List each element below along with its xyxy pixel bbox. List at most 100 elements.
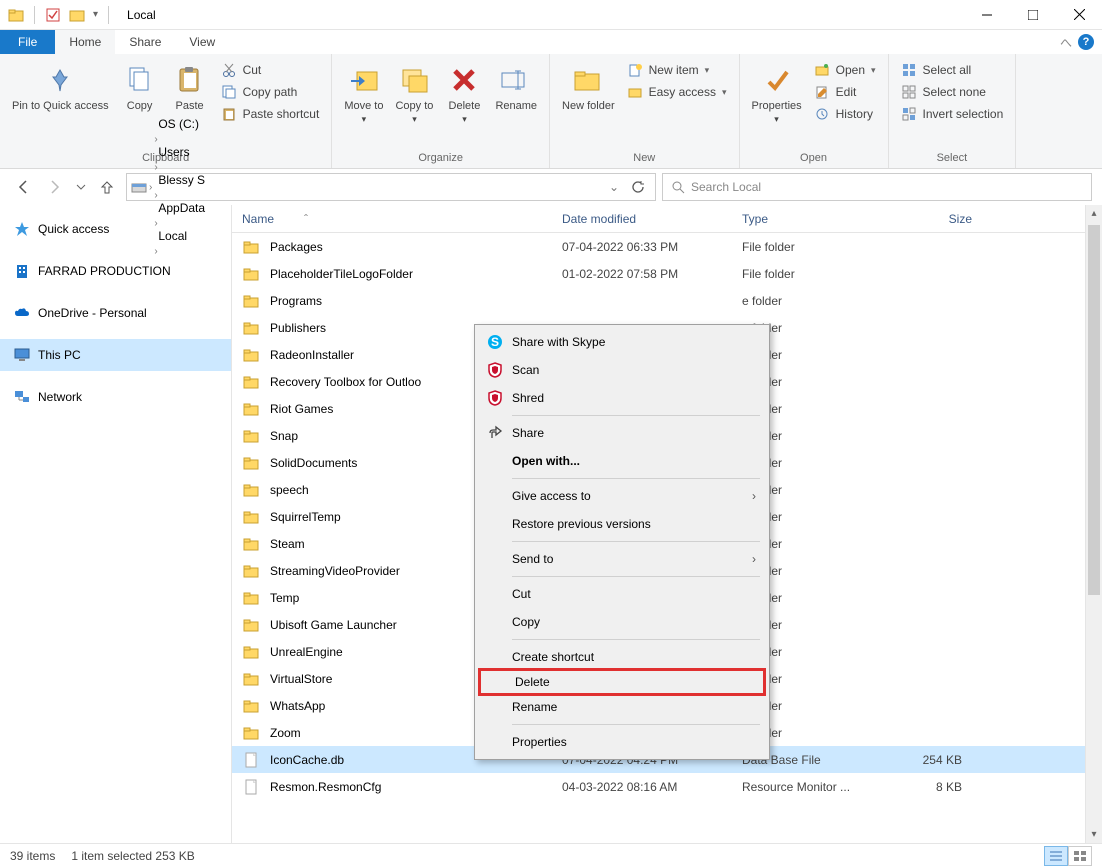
properties-button[interactable]: Properties▾ [746,58,808,128]
scroll-down-icon[interactable]: ▾ [1086,826,1102,843]
svg-text:S: S [491,335,499,349]
chevron-right-icon[interactable]: › [154,190,157,201]
copy-button[interactable]: Copy [115,58,165,115]
copyto-button[interactable]: Copy to▾ [389,58,439,128]
column-headers[interactable]: Nameˆ Date modified Type Size [232,205,1085,233]
nav-back-button[interactable] [10,174,36,200]
file-row[interactable]: Packages07-04-2022 06:33 PMFile folder [232,233,1085,260]
rename-button[interactable]: Rename [489,58,543,115]
moveto-button[interactable]: Move to▾ [338,58,389,128]
folder-icon [242,589,260,607]
context-menu-label: Copy [512,615,540,629]
nav-onedrive[interactable]: OneDrive - Personal [0,297,231,329]
context-menu-item[interactable]: Give access to› [478,482,766,510]
col-size[interactable]: Size [892,212,972,226]
address-dropdown-icon[interactable]: ⌄ [609,180,619,194]
cloud-icon [14,305,30,321]
easyaccess-button[interactable]: Easy access ▾ [625,82,729,102]
qat-checkbox-icon[interactable] [45,7,61,23]
open-button[interactable]: Open ▾ [812,60,878,80]
file-name: PlaceholderTileLogoFolder [270,267,562,281]
help-icon[interactable]: ? [1078,34,1094,50]
nav-up-button[interactable] [94,174,120,200]
edit-icon [814,84,830,100]
paste-button[interactable]: Paste [165,58,215,115]
qat-folder-icon[interactable] [69,7,85,23]
context-menu-label: Share [512,426,544,440]
context-menu-item[interactable]: Properties [478,728,766,756]
context-menu-item[interactable]: Open with... [478,447,766,475]
nav-forward-button[interactable] [42,174,68,200]
ribbon-collapse-icon[interactable]: へ [1060,34,1072,51]
ribbon-label-organize: Organize [418,150,463,166]
context-menu-item[interactable]: Send to› [478,545,766,573]
tab-file[interactable]: File [0,30,55,54]
file-row[interactable]: Programse folder [232,287,1085,314]
selectnone-button[interactable]: Select none [899,82,1006,102]
nav-farrad[interactable]: FARRAD PRODUCTION [0,255,231,287]
context-menu-item[interactable]: Shred [478,384,766,412]
cut-button[interactable]: Cut [219,60,322,80]
network-icon [14,389,30,405]
context-menu-item[interactable]: Create shortcut [478,643,766,671]
properties-icon [761,64,793,96]
file-type: Resource Monitor ... [742,780,892,794]
col-date[interactable]: Date modified [562,212,742,226]
col-type[interactable]: Type [742,212,892,226]
file-row[interactable]: Resmon.ResmonCfg04-03-2022 08:16 AMResou… [232,773,1085,800]
chevron-right-icon[interactable]: › [149,182,152,193]
minimize-button[interactable] [964,0,1010,30]
folder-icon [242,481,260,499]
close-button[interactable] [1056,0,1102,30]
nav-recent-button[interactable] [74,174,88,200]
search-input[interactable]: Search Local [662,173,1092,201]
file-row[interactable]: PlaceholderTileLogoFolder01-02-2022 07:5… [232,260,1085,287]
nav-thispc[interactable]: This PC [0,339,231,371]
context-menu-item[interactable]: Rename [478,693,766,721]
context-menu-item[interactable]: Restore previous versions [478,510,766,538]
delete-button[interactable]: Delete▾ [439,58,489,128]
folder-icon [242,427,260,445]
nav-row: › OS (C:)›Users›Blessy S›AppData›Local› … [0,169,1102,205]
address-bar[interactable]: › OS (C:)›Users›Blessy S›AppData›Local› … [126,173,656,201]
mcafee-icon [486,361,504,379]
scroll-up-icon[interactable]: ▴ [1086,205,1102,222]
context-menu-item[interactable]: Scan [478,356,766,384]
pin-button[interactable]: Pin to Quick access [6,58,115,115]
nav-quickaccess[interactable]: Quick access [0,213,231,245]
chevron-right-icon[interactable]: › [154,162,157,173]
paste-icon [174,64,206,96]
breadcrumb-segment[interactable]: OS (C:) [154,117,209,131]
context-menu-item[interactable]: SShare with Skype [478,328,766,356]
context-menu-item[interactable]: Delete [478,668,766,696]
qat-dropdown-icon[interactable]: ▾ [93,9,98,20]
tab-view[interactable]: View [175,30,229,54]
copypath-button[interactable]: Copy path [219,82,322,102]
selectall-button[interactable]: Select all [899,60,1006,80]
maximize-button[interactable] [1010,0,1056,30]
context-menu-item[interactable]: Share [478,419,766,447]
vertical-scrollbar[interactable]: ▴ ▾ [1085,205,1102,843]
nav-pane: Quick access FARRAD PRODUCTION OneDrive … [0,205,232,843]
statusbar: 39 items 1 item selected 253 KB [0,843,1102,867]
context-menu-item[interactable]: Cut [478,580,766,608]
cut-icon [221,62,237,78]
tab-share[interactable]: Share [115,30,175,54]
folder-icon [242,562,260,580]
scroll-thumb[interactable] [1088,225,1100,595]
edit-button[interactable]: Edit [812,82,878,102]
invertselection-button[interactable]: Invert selection [899,104,1006,124]
newitem-button[interactable]: New item ▾ [625,60,729,80]
breadcrumb-segment[interactable]: Blessy S [154,173,209,187]
newfolder-button[interactable]: New folder [556,58,621,115]
tab-home[interactable]: Home [55,30,115,54]
history-button[interactable]: History [812,104,878,124]
nav-network[interactable]: Network [0,381,231,413]
folder-icon [242,319,260,337]
col-name[interactable]: Name [242,212,274,226]
context-menu-item[interactable]: Copy [478,608,766,636]
breadcrumb-segment[interactable]: Users [154,145,209,159]
chevron-right-icon[interactable]: › [154,134,157,145]
refresh-icon[interactable] [631,180,645,194]
pasteshortcut-button[interactable]: Paste shortcut [219,104,322,124]
